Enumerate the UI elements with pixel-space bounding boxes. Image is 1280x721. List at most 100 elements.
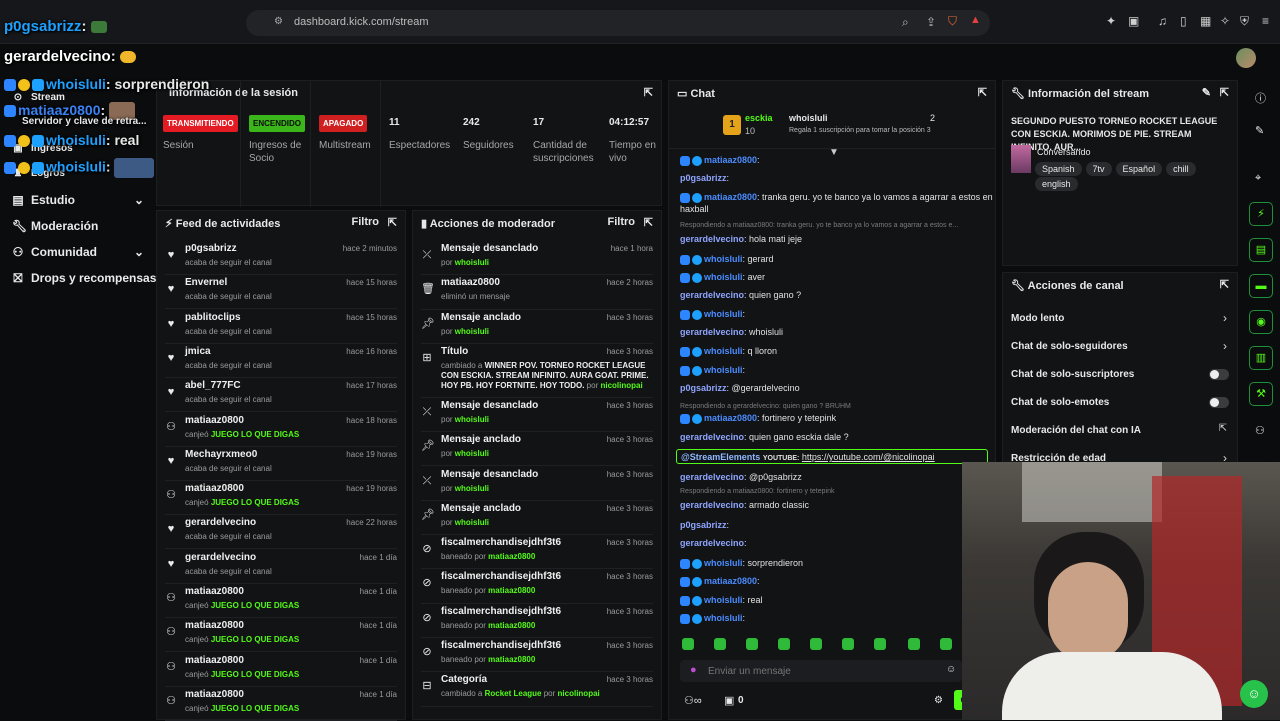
music-icon[interactable]: ♫ — [1158, 14, 1167, 28]
sidebar-item-drops[interactable]: ⛝ Drops y recompensas — [12, 271, 156, 286]
sidebar-item-comunidad[interactable]: ⚇ Comunidad ⌄ — [12, 245, 144, 259]
settings-icon[interactable]: ⚙ — [934, 695, 943, 706]
address-bar[interactable]: ⚙ dashboard.kick.com/stream ⌕ ⇪ ⛉ ▲ — [246, 10, 990, 36]
leo-icon[interactable]: ✧ — [1220, 14, 1230, 28]
sidebar-icon[interactable]: ▯ — [1180, 14, 1187, 28]
feed-user[interactable]: gerardelvecino — [185, 517, 256, 528]
feed-row[interactable]: ⚇ matiaaz0800 hace 19 horas canjeó JUEGO LO… — [165, 481, 397, 516]
feed-row[interactable]: ♥ Mechayrxmeo0 hace 19 horas acaba de segui… — [165, 447, 397, 481]
feed-row[interactable]: ♥ gerardelvecino hace 22 horas acaba de seg… — [165, 515, 397, 550]
chat-user[interactable]: whoisluli — [704, 346, 743, 356]
points-icon[interactable]: ⚇∞ — [684, 694, 702, 707]
emote-icon[interactable] — [874, 638, 886, 650]
chat-user[interactable]: whoisluli — [704, 613, 743, 623]
quick-action-chat[interactable]: ▬ — [1249, 274, 1273, 298]
feed-row[interactable]: ⚇ matiaaz0800 hace 18 horas canjeó JUEGO LO… — [165, 413, 397, 447]
layout-icon[interactable]: ⌖ — [1255, 172, 1261, 185]
popout-icon[interactable]: ⇱ — [388, 216, 397, 229]
popout-icon[interactable]: ⇱ — [644, 216, 653, 229]
mod-row[interactable]: ⊘ fiscalmerchandisejdhf3t6 hace 3 horas ban… — [421, 569, 653, 604]
emote-icon[interactable] — [746, 638, 758, 650]
mod-row[interactable]: ⤫ Mensaje desanclado hace 1 hora por whoisl… — [421, 241, 653, 276]
chat-user[interactable]: whoisluli — [704, 272, 743, 282]
feed-user[interactable]: matiaaz0800 — [185, 655, 244, 666]
slow-mode-item[interactable]: Modo lento — [1011, 313, 1064, 324]
mod-user[interactable]: matiaaz0800 — [488, 621, 535, 630]
feed-user[interactable]: matiaaz0800 — [185, 483, 244, 494]
emote-picker-icon[interactable]: ☺ — [946, 664, 956, 675]
emote-icon[interactable] — [940, 638, 952, 650]
feed-row[interactable]: ♥ jmica hace 16 horas acaba de seguir el ca… — [165, 344, 397, 378]
mod-row[interactable]: ⤫ Mensaje desanclado hace 3 horas por whois… — [421, 467, 653, 501]
quick-action-doc[interactable]: ▤ — [1249, 238, 1273, 262]
chat-user[interactable]: matiaaz0800 — [704, 192, 757, 202]
popout-icon[interactable]: ⇱ — [1220, 278, 1229, 291]
mod-user[interactable]: matiaaz0800 — [488, 655, 535, 664]
extensions-icon[interactable]: ✦ — [1106, 14, 1116, 28]
menu-icon[interactable]: ≡ — [1262, 14, 1269, 28]
mod-user[interactable]: matiaaz0800 — [488, 552, 535, 561]
chat-user[interactable]: p0gsabrizz — [680, 520, 727, 530]
quick-action-tool[interactable]: ⚒ — [1249, 382, 1273, 406]
mod-row[interactable]: ⊟ Categoría hace 3 horas cambiado a Rocket … — [421, 672, 653, 707]
external-link-icon[interactable]: ⇱ — [1219, 423, 1227, 434]
feed-user[interactable]: abel_777FC — [185, 380, 241, 391]
mod-row[interactable]: ⤫ Mensaje desanclado hace 3 horas por whois… — [421, 398, 653, 433]
chat-user[interactable]: gerardelvecino — [680, 538, 744, 548]
sidebar-item-estudio[interactable]: ▤ Estudio ⌄ — [12, 193, 144, 207]
feed-user[interactable]: matiaaz0800 — [185, 689, 244, 700]
brave-rewards-icon[interactable]: ▲ — [970, 14, 981, 26]
ai-moderation-item[interactable]: Moderación del chat con IA — [1011, 425, 1141, 436]
emote-bar[interactable] — [676, 636, 988, 654]
feed-row[interactable]: ♥ pablitoclips hace 15 horas acaba de segui… — [165, 310, 397, 344]
feed-row[interactable]: ♥ p0gsabrizz hace 2 minutos acaba de seguir… — [165, 241, 397, 275]
site-settings-icon[interactable]: ⚙ — [274, 16, 283, 27]
feed-user[interactable]: matiaaz0800 — [185, 586, 244, 597]
feed-user[interactable]: p0gsabrizz — [185, 243, 237, 254]
popout-icon[interactable]: ⇱ — [1220, 86, 1229, 99]
message-field[interactable] — [708, 663, 928, 679]
mod-user[interactable]: nicolinopai — [558, 689, 600, 698]
mod-row[interactable]: 📌︎ Mensaje anclado hace 3 horas por whoislu… — [421, 432, 653, 467]
emotes-only-toggle[interactable] — [1209, 397, 1229, 408]
popout-icon[interactable]: ⇱ — [978, 86, 987, 99]
mod-user[interactable]: whoisluli — [455, 518, 489, 527]
chat-user[interactable]: whoisluli — [704, 595, 743, 605]
mod-row[interactable]: 📌︎ Mensaje anclado hace 3 horas por whoislu… — [421, 501, 653, 536]
emote-icon[interactable] — [714, 638, 726, 650]
wallet-icon[interactable]: ▣ — [1128, 14, 1139, 28]
mod-row[interactable]: ⊘ fiscalmerchandisejdhf3t6 hace 3 horas ban… — [421, 535, 653, 570]
mod-user[interactable]: matiaaz0800 — [488, 586, 535, 595]
feed-row[interactable]: ⚇ matiaaz0800 hace 1 día canjeó JUEGO LO QU… — [165, 584, 397, 618]
gift-icon[interactable]: ▣ — [724, 694, 734, 707]
mod-user[interactable]: whoisluli — [455, 449, 489, 458]
feed-row[interactable]: ♥ gerardelvecino hace 1 día acaba de seguir… — [165, 550, 397, 584]
feed-user[interactable]: matiaaz0800 — [185, 620, 244, 631]
avatar[interactable] — [1236, 48, 1256, 68]
feed-row[interactable]: ⚇ matiaaz0800 hace 1 día canjeó JUEGO LO QU… — [165, 653, 397, 687]
feed-row[interactable]: ⚇ matiaaz0800 hace 1 día canjeó JUEGO LO QU… — [165, 618, 397, 653]
feed-user[interactable]: matiaaz0800 — [185, 415, 244, 426]
feed-user[interactable]: jmica — [185, 346, 211, 357]
mod-user[interactable]: whoisluli — [455, 327, 489, 336]
chevron-right-icon[interactable]: › — [1223, 339, 1227, 353]
emote-icon[interactable] — [908, 638, 920, 650]
chat-user[interactable]: gerardelvecino — [680, 290, 744, 300]
support-icon[interactable]: ☺ — [1240, 680, 1268, 708]
quick-action-bolt[interactable]: ⚡︎ — [1249, 202, 1273, 226]
info-icon[interactable]: ⓘ — [1255, 90, 1266, 106]
mod-row[interactable]: ⊘ fiscalmerchandisejdhf3t6 hace 3 horas ban… — [421, 638, 653, 673]
chat-user[interactable]: whoisluli — [704, 254, 743, 264]
filter-button[interactable]: Filtro — [352, 216, 380, 228]
brave-shield-icon[interactable]: ⛉ — [948, 14, 957, 29]
mod-user[interactable]: whoisluli — [455, 258, 489, 267]
feed-row[interactable]: ⚇ matiaaz0800 hace 1 día canjeó JUEGO LO QU… — [165, 687, 397, 721]
chat-user[interactable]: matiaaz0800 — [704, 413, 757, 423]
mod-user[interactable]: nicolinopai — [600, 381, 642, 390]
feed-user[interactable]: Envernel — [185, 277, 227, 288]
chat-user[interactable]: matiaaz0800 — [704, 576, 757, 586]
chat-user[interactable]: p0gsabrizz — [680, 383, 727, 393]
mod-row[interactable]: 🗑︎ matiaaz0800 hace 2 horas eliminó un mens… — [421, 275, 653, 310]
chat-user[interactable]: gerardelvecino — [680, 234, 744, 244]
share-icon[interactable]: ⇪ — [926, 15, 936, 29]
